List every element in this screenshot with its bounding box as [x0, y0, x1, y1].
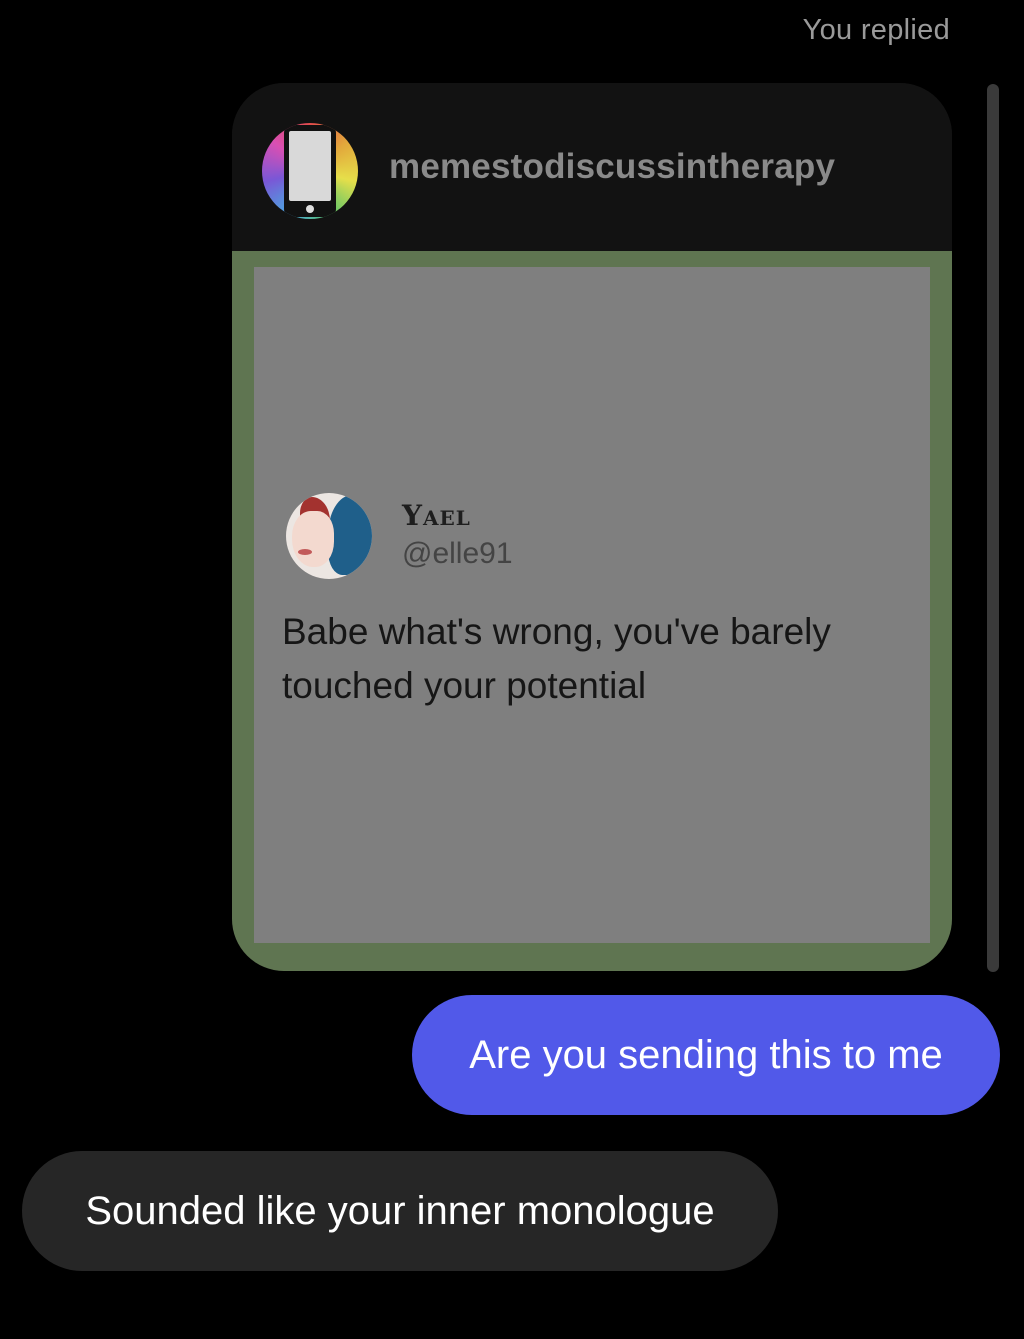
- shared-post-card[interactable]: memestodiscussintherapy Yael @elle91 Bab…: [232, 83, 952, 971]
- post-media[interactable]: Yael @elle91 Babe what's wrong, you've b…: [232, 251, 952, 971]
- tweet-avatar: [286, 493, 372, 579]
- message-bubble-sent[interactable]: Are you sending this to me: [412, 995, 1000, 1115]
- scrollbar[interactable]: [987, 84, 999, 972]
- tweet-author-handle: @elle91: [402, 537, 513, 570]
- shared-post-header[interactable]: memestodiscussintherapy: [232, 83, 952, 251]
- message-bubble-received[interactable]: Sounded like your inner monologue: [22, 1151, 778, 1271]
- reply-status-label: You replied: [802, 14, 950, 46]
- tweet-author-name: Yael: [402, 499, 471, 532]
- post-author-username[interactable]: memestodiscussintherapy: [389, 147, 835, 187]
- tweet-text: Babe what's wrong, you've barely touched…: [282, 611, 831, 706]
- phone-app-logo-icon[interactable]: [262, 123, 358, 219]
- tweet-screenshot: Yael @elle91 Babe what's wrong, you've b…: [254, 267, 930, 943]
